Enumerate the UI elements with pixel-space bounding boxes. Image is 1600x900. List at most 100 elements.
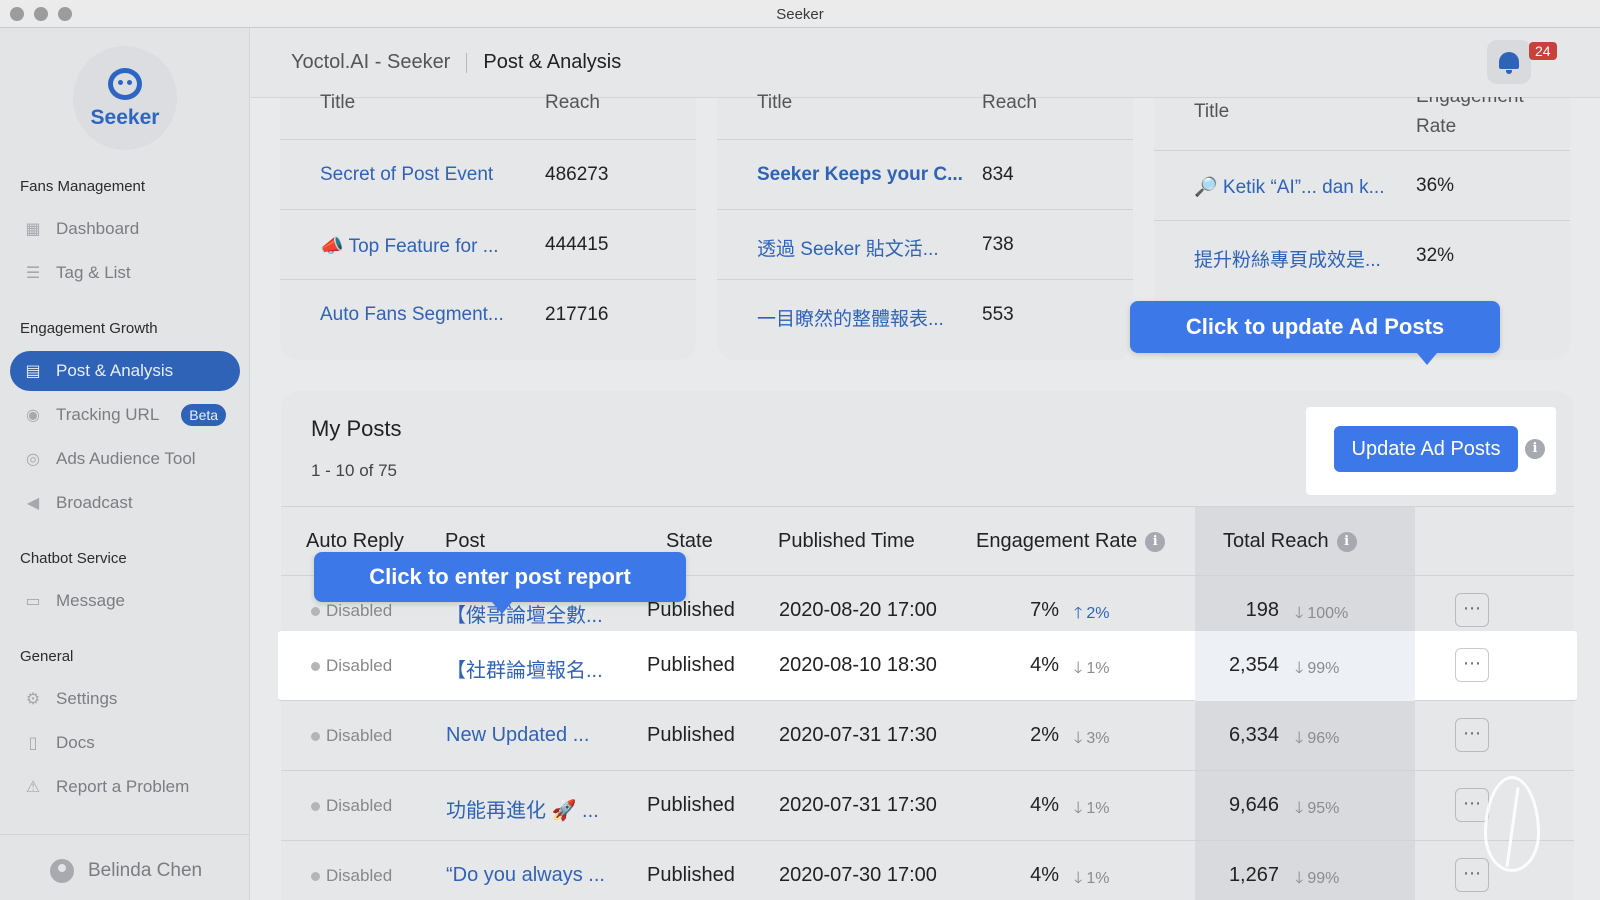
arrow-down-icon: 🡓	[1295, 660, 1304, 677]
engagement-delta: 🡓 1%	[1074, 657, 1109, 684]
table-row-highlighted[interactable]: Disabled 【社群論壇報名... Published 2020-08-10…	[278, 631, 1577, 701]
sidebar-item-post-analysis[interactable]: ▤ Post & Analysis	[10, 351, 240, 391]
post-title-link[interactable]: 提升粉絲專頁成效是...	[1194, 245, 1381, 272]
more-options-button[interactable]: ⋯	[1455, 858, 1489, 892]
reach-delta-value: 95%	[1307, 800, 1340, 817]
owl-logo-icon	[108, 68, 142, 100]
breadcrumb-app-name[interactable]: Yoctol.AI - Seeker	[291, 51, 450, 74]
arrow-down-icon: 🡓	[1074, 800, 1083, 817]
post-state: Published	[647, 864, 735, 886]
arrow-down-icon: 🡓	[1295, 870, 1304, 887]
sidebar-item-label: Message	[56, 591, 125, 610]
col-rate-header: Rate	[1416, 116, 1457, 137]
target-icon: ◎	[26, 451, 40, 468]
user-profile[interactable]: Belinda Chen	[50, 859, 202, 883]
arrow-down-icon: 🡓	[1074, 660, 1083, 677]
th-post: Post	[445, 530, 486, 552]
gear-icon: ⚙	[25, 691, 41, 708]
auto-reply-status[interactable]: Disabled	[311, 601, 392, 621]
published-time: 2020-08-10 18:30	[779, 654, 937, 676]
post-title-link[interactable]: Secret of Post Event	[320, 164, 493, 186]
section-title-chatbot-service: Chatbot Service	[20, 550, 127, 567]
sidebar-item-tag-list[interactable]: ☰ Tag & List	[10, 253, 240, 293]
info-icon[interactable]: i	[1336, 531, 1357, 552]
sidebar-item-tracking-url[interactable]: ◉ Tracking URL Beta	[10, 395, 240, 435]
col-reach-header: Reach	[545, 92, 600, 113]
post-title-link[interactable]: 【社群論壇報名...	[446, 654, 603, 683]
col-reach-header: Reach	[982, 92, 1037, 113]
post-title-link[interactable]: Auto Fans Segment...	[320, 304, 504, 326]
more-options-button[interactable]: ⋯	[1455, 718, 1489, 752]
auto-reply-status[interactable]: Disabled	[311, 656, 392, 676]
th-published-time[interactable]: Published Time	[778, 530, 915, 553]
window-titlebar: Seeker	[0, 0, 1600, 28]
arrow-down-icon: 🡓	[1295, 730, 1304, 747]
sidebar-item-label: Docs	[56, 733, 95, 752]
engagement-delta: 🡓 1%	[1074, 797, 1109, 824]
engagement-rate: 7%	[1030, 599, 1059, 621]
post-title-link[interactable]: 透過 Seeker 貼文活...	[757, 234, 939, 261]
sidebar-item-docs[interactable]: ▯ Docs	[10, 723, 240, 763]
sidebar-item-settings[interactable]: ⚙ Settings	[10, 679, 240, 719]
table-row[interactable]: Disabled 功能再進化 🚀 ... Published 2020-07-3…	[281, 771, 1574, 841]
auto-reply-label: Disabled	[326, 796, 393, 815]
sidebar-item-dashboard[interactable]: ▦ Dashboard	[10, 209, 240, 249]
list-item: 提升粉絲專頁成效是... 32%	[1154, 221, 1570, 291]
sidebar-item-broadcast[interactable]: ◀ Broadcast	[10, 483, 240, 523]
more-options-button[interactable]: ⋯	[1455, 593, 1489, 627]
info-icon[interactable]: i	[1145, 531, 1166, 552]
seeker-logo[interactable]: Seeker	[73, 46, 177, 150]
bell-icon	[1499, 52, 1519, 74]
post-title-link[interactable]: 【傑哥論壇全數...	[446, 599, 603, 628]
list-item: Secret of Post Event 486273	[280, 140, 696, 210]
table-row[interactable]: Disabled “Do you always ... Published 20…	[281, 841, 1574, 900]
post-title-link[interactable]: 功能再進化 🚀 ...	[446, 794, 599, 823]
sidebar-item-label: Settings	[56, 689, 118, 708]
auto-reply-status[interactable]: Disabled	[311, 726, 392, 746]
engagement-rate: 4%	[1030, 864, 1059, 886]
reach-delta-value: 99%	[1307, 660, 1340, 677]
card-header: Title Reach	[280, 92, 696, 140]
post-title-link[interactable]: “Do you always ...	[446, 864, 605, 887]
list-item: 透過 Seeker 貼文活... 738	[717, 210, 1133, 280]
reach-delta: 🡓 96%	[1295, 727, 1339, 754]
auto-reply-label: Disabled	[326, 601, 393, 620]
th-engagement-rate[interactable]: Engagement Rate i	[976, 530, 1166, 553]
user-name: Belinda Chen	[88, 860, 203, 881]
post-title-link[interactable]: 📣 Top Feature for ...	[320, 234, 499, 258]
more-options-button[interactable]: ⋯	[1455, 788, 1489, 822]
post-title-link[interactable]: New Updated ...	[446, 724, 589, 747]
post-title-link[interactable]: Seeker Keeps your C...	[757, 164, 963, 186]
reach-delta: 🡓 99%	[1295, 867, 1339, 894]
sidebar-item-ads-audience-tool[interactable]: ◎ Ads Audience Tool	[10, 439, 240, 479]
reach-value: 444415	[545, 234, 609, 255]
sidebar-item-report-a-problem[interactable]: ⚠ Report a Problem	[10, 767, 240, 807]
post-title-link[interactable]: 🔎 Ketik “AI”... dan k...	[1194, 175, 1385, 199]
page-title: Post & Analysis	[483, 51, 622, 73]
notifications-button[interactable]	[1487, 40, 1531, 84]
th-total-reach[interactable]: Total Reach i	[1223, 530, 1357, 553]
engagement-rate: 4%	[1030, 794, 1059, 816]
post-title-link[interactable]: 一目瞭然的整體報表...	[757, 304, 944, 331]
auto-reply-status[interactable]: Disabled	[311, 866, 392, 886]
chat-icon: ▭	[25, 593, 41, 610]
info-icon[interactable]: i	[1525, 439, 1545, 459]
reach-delta-value: 100%	[1307, 605, 1349, 622]
published-time: 2020-07-31 17:30	[779, 724, 937, 746]
update-ad-posts-button[interactable]: Update Ad Posts	[1334, 426, 1518, 472]
more-options-button[interactable]: ⋯	[1455, 648, 1489, 682]
reach-value: 738	[982, 234, 1014, 255]
pagination-range: 1 - 10 of 75	[311, 461, 398, 480]
sidebar-item-message[interactable]: ▭ Message	[10, 581, 240, 621]
arrow-down-icon: 🡓	[1295, 800, 1304, 817]
section-title-engagement-growth: Engagement Growth	[20, 320, 158, 337]
auto-reply-status[interactable]: Disabled	[311, 796, 392, 816]
sidebar-item-label: Broadcast	[56, 493, 133, 512]
status-dot-icon	[311, 731, 320, 741]
table-row[interactable]: Disabled New Updated ... Published 2020-…	[281, 701, 1574, 771]
sidebar-item-label: Ads Audience Tool	[56, 449, 196, 468]
post-state: Published	[647, 599, 735, 621]
my-posts-panel: My Posts 1 - 10 of 75 Update Ad Posts i …	[278, 391, 1577, 900]
engagement-delta-value: 1%	[1086, 660, 1110, 677]
total-reach: 2,354	[1228, 654, 1279, 676]
